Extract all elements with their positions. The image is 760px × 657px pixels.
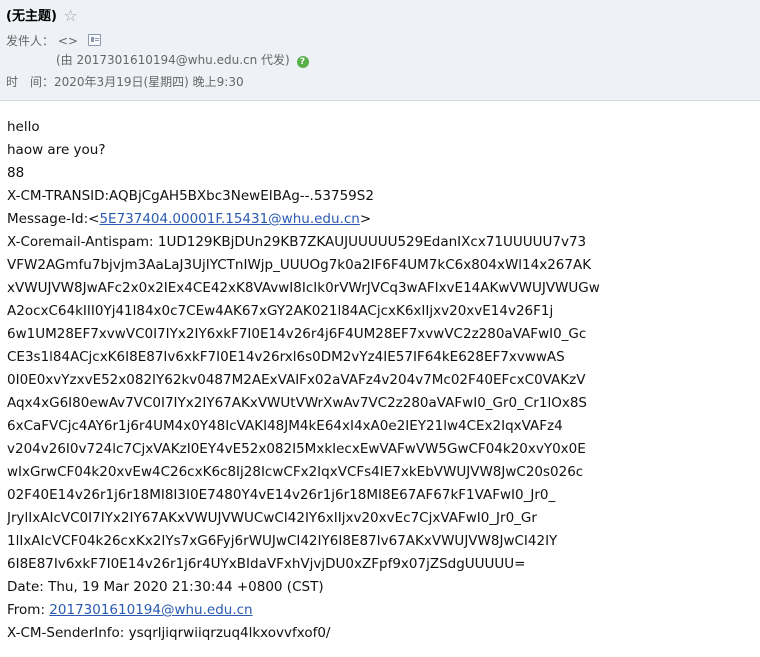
antispam-line: CE3s1l84ACjcxK6I8E87Iv6xkF7I0E14v26rxl6s… (7, 349, 565, 365)
via-prefix: (由 (56, 53, 77, 67)
message-id-line: Message-Id:<5E737404.00001F.15431@whu.ed… (7, 208, 752, 231)
antispam-line: JrylIxAIcVC0I7IYx2IY67AKxVWUJVWUCwCI42IY… (7, 510, 537, 526)
message-id-suffix: > (359, 211, 372, 227)
time-value: 2020年3月19日(星期四) 晚上9:30 (54, 75, 244, 89)
from-line: From: 2017301610194@whu.edu.cn (7, 599, 752, 622)
sender-row: 发件人： <> (6, 33, 101, 49)
antispam-line: 6w1UM28EF7xvwVC0I7IYx2IY6xkF7I0E14v26r4j… (7, 326, 587, 342)
antispam-line: X-Coremail-Antispam: 1UD129KBjDUn29KB7ZK… (7, 234, 587, 250)
via-suffix: 代发) (257, 53, 290, 67)
antispam-line: 0I0E0xvYzxvE52x082IY62kv0487M2AExVAIFx02… (7, 372, 586, 388)
star-icon[interactable]: ☆ (63, 6, 77, 25)
antispam-line: 1lIxAIcVCF04k26cxKx2IYs7xG6Fyj6rWUJwCI42… (7, 533, 558, 549)
antispam-line: VFW2AGmfu7bjvjm3AaLaJ3UjIYCTnIWjp_UUUOg7… (7, 257, 592, 273)
time-row: 时 间：2020年3月19日(星期四) 晚上9:30 (6, 74, 244, 90)
body-line: 88 (7, 165, 25, 181)
from-prefix: From: (7, 602, 50, 618)
transid-line: X-CM-TRANSID:AQBjCgAH5BXbc3NewEIBAg--.53… (7, 188, 374, 204)
mail-header: (无主题) ☆ 发件人： <> (由 2017301610194@whu.edu… (0, 0, 760, 101)
antispam-line: wIxGrwCF04k20xvEw4C26cxK6c8Ij28IcwCFx2Iq… (7, 464, 584, 480)
antispam-line: Aqx4xG6I80ewAv7VC0I7IYx2IY67AKxVWUtVWrXw… (7, 395, 587, 411)
contact-card-icon[interactable] (87, 34, 101, 46)
time-label: 时 间： (6, 75, 55, 89)
mail-body: hello haow are you? 88 X-CM-TRANSID:AQBj… (7, 116, 752, 645)
date-line: Date: Thu, 19 Mar 2020 21:30:44 +0800 (C… (7, 579, 324, 595)
antispam-line: 6I8E87Iv6xkF7I0E14v26r1j6r4UYxBIdaVFxhVj… (7, 556, 526, 572)
antispam-line: 02F40E14v26r1j6r18MI8I3I0E7480Y4vE14v26r… (7, 487, 556, 503)
body-line: hello (7, 119, 40, 135)
via-row: (由 2017301610194@whu.edu.cn 代发) ? (56, 52, 309, 68)
via-address: 2017301610194@whu.edu.cn (76, 53, 258, 67)
help-icon[interactable]: ? (296, 56, 309, 68)
antispam-line: v204v26I0v724lc7CjxVAKzI0EY4vE52x082I5Mx… (7, 441, 586, 457)
antispam-line: A2ocxC64kIII0Yj41l84x0c7CEw4AK67xGY2AK02… (7, 303, 554, 319)
body-line: haow are you? (7, 142, 106, 158)
sender-value[interactable]: <> (58, 34, 78, 48)
mail-subject: (无主题) (6, 9, 57, 24)
subject-row: (无主题) ☆ (6, 7, 78, 26)
sender-label: 发件人： (6, 34, 55, 48)
senderinfo-line: X-CM-SenderInfo: ysqrljiqrwiiqrzuq4lkxov… (7, 625, 331, 641)
antispam-line: xVWUJVW8JwAFc2x0x2IEx4CE42xK8VAvwI8IcIk0… (7, 280, 600, 296)
message-id-link[interactable]: 5E737404.00001F.15431@whu.edu.cn (99, 211, 359, 227)
from-link[interactable]: 2017301610194@whu.edu.cn (49, 602, 252, 618)
message-id-prefix: Message-Id:< (7, 211, 100, 227)
antispam-line: 6xCaFVCjc4AY6r1j6r4UM4x0Y48IcVAKI48JM4kE… (7, 418, 563, 434)
